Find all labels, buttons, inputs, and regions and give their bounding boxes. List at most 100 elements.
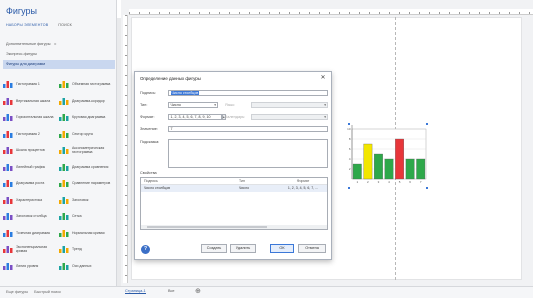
calendar-label: Календарь: [225,115,246,119]
shape-item[interactable]: Круговая диаграмма [59,109,115,126]
chevron-down-icon: ▾ [324,115,326,119]
selection-handle [426,123,428,125]
shape-label: Экспоненциальная кривая [16,245,48,254]
column-heading-icon [3,212,14,221]
shape-item[interactable]: Гистограмма 2 [3,126,59,143]
language-select[interactable]: ▾ [251,102,328,108]
x-tick-label: 6 [409,180,411,184]
shape-data-dialog: Определение данных фигуры ✕ Подпись: Чис… [134,71,332,260]
add-page-icon[interactable]: ⊕ [195,287,201,295]
properties-scrollbar[interactable] [141,225,327,229]
shape-label: Сетка [72,214,82,219]
y-tick-label: 4 [349,157,351,161]
pane-footer: Еще фигуры Быстрый поиск [6,290,61,294]
delete-button[interactable]: Удалить [230,244,256,253]
tab-all[interactable]: Все [168,289,175,293]
selection-handle [426,187,428,189]
close-icon[interactable]: ✕ [319,74,327,82]
stencil-charts[interactable]: Фигуры для диаграмм [3,60,115,69]
help-icon[interactable]: ? [141,245,150,254]
stencil-label: Дополнительные фигуры [6,42,51,46]
dialog-title: Определение данных фигуры [140,76,201,81]
shape-item[interactable]: Сектор круга [59,126,115,143]
language-label: Язык: [225,103,235,107]
shape-label: Диаграмма-коридор [72,98,105,103]
shape-item[interactable]: Аксонометрическая гистограмма [59,142,115,159]
shape-item[interactable]: Линейный график [3,159,59,176]
shape-item[interactable]: Нормальная кривая [59,225,115,242]
shape-item[interactable]: Экспоненциальная кривая [3,241,59,258]
shape-item[interactable]: Диаграмма-коридор [59,93,115,110]
level-line-icon [3,262,14,270]
ok-button[interactable]: ОК [270,244,294,253]
heading-icon [59,196,70,204]
shape-item[interactable]: Вертикальная шкала [3,93,59,110]
shape-item[interactable]: Линия уровня [3,258,59,275]
pie-sector-icon [59,130,70,138]
stencil-quick[interactable]: Экспресс-фигуры [3,50,115,59]
parameter-compare-icon [59,179,70,188]
shape-item[interactable]: Горизонтальная шкала [3,109,59,126]
stencil-label: Фигуры для диаграмм [6,62,45,66]
shape-item[interactable]: Сравнение параметров [59,175,115,192]
selection-handle [348,187,350,189]
shape-item[interactable]: Сетка [59,208,115,225]
more-shapes-link[interactable]: НАБОРЫ ЭЛЕМЕНТОВ [6,23,48,27]
shape-label: Диаграмма сравнения [72,164,109,169]
shape-item[interactable]: Заголовок [59,192,115,209]
tab-page-1[interactable]: Страница-1 [125,289,146,294]
shape-item[interactable]: Шкала процентов [3,142,59,159]
properties-label: Свойства [140,171,157,175]
pin-icon[interactable]: ▸ [54,42,56,46]
shape-item[interactable]: Характеристика [3,192,59,209]
shape-item[interactable]: Оси данных [59,258,115,275]
col-label-header[interactable]: Подпись [141,178,237,184]
x-tick-label: 7 [420,180,422,184]
scatter-icon [3,229,14,237]
feature-icon [3,196,14,204]
row-label: Число столбцов [144,186,171,190]
data-axes-icon [59,262,70,270]
shape-label: Линейный график [16,164,45,169]
bar-chart-svg: 2468101 2 3 4 5 6 7 [347,123,428,189]
prompt-textarea[interactable] [168,139,328,168]
bar [405,158,415,180]
shape-label: Гистограмма 1 [16,82,40,87]
bar-chart-shape[interactable]: 2 4 6 8 10 1 2 3 4 5 6 7 [338,117,432,201]
stencil-extra[interactable]: Дополнительные фигуры ▸ [3,40,115,49]
3d-bar-chart-icon [59,80,70,89]
trend-icon [59,245,70,254]
col-type-header[interactable]: Тип [237,178,277,184]
search-link[interactable]: ПОИСК [58,23,72,27]
col-format-header[interactable]: Формат [277,178,327,184]
shape-item[interactable]: Диаграмма роста [3,175,59,192]
shape-label: Аксонометрическая гистограмма [72,146,105,155]
shape-label: Диаграмма роста [16,181,45,186]
prompt-label: Подсказка: [140,140,160,144]
shape-item[interactable]: Гистограмма 1 [3,76,59,93]
bar [384,158,394,180]
chevron-down-icon: ▾ [324,103,326,107]
y-tick-label: 8 [349,137,351,141]
cancel-button[interactable]: Отмена [298,244,326,253]
type-label: Тип: [140,103,148,107]
shape-item[interactable]: Диаграмма сравнения [59,159,115,176]
horizontal-scale-icon [3,113,14,122]
more-shapes-button[interactable]: Еще фигуры [6,290,28,294]
calendar-select[interactable]: ▾ [251,114,328,120]
properties-list[interactable]: Подпись Тип Формат Число столбцов Число … [140,177,328,230]
format-select[interactable]: 1, 2, 3, 4, 5, 6, 7, 8, 9, 10 [168,114,222,120]
bar-chart-2-icon [3,130,14,138]
new-button[interactable]: Создать [201,244,227,253]
shape-item[interactable]: Тренд [59,241,115,258]
grid-icon [59,212,70,221]
value-field[interactable]: 7 [168,126,328,132]
shape-item[interactable]: Точечная диаграмма [3,225,59,242]
type-select[interactable]: Число ▾ [168,102,218,108]
shape-item[interactable]: Заголовок столбца [3,208,59,225]
quick-search-button[interactable]: Быстрый поиск [34,290,61,294]
table-row[interactable]: Число столбцов Число 1, 2, 3, 4, 5, 6, 7… [141,185,327,192]
shape-label: Вертикальная шкала [16,98,51,103]
label-field[interactable]: Число столбцов [168,90,328,96]
shape-item[interactable]: Объемная гистограмма [59,76,115,93]
